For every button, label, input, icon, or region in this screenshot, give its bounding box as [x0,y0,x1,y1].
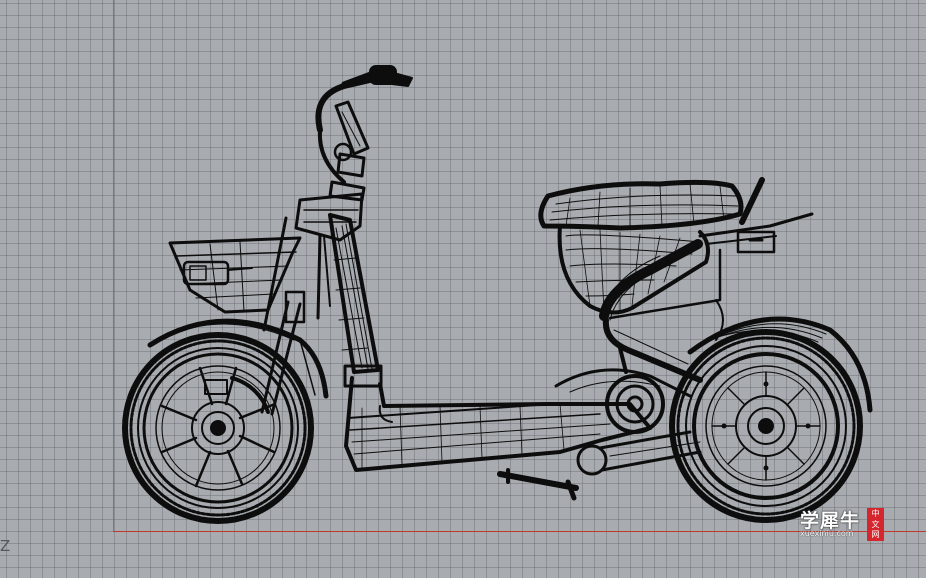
seal-char: 中 [871,509,880,518]
front-wheel[interactable] [122,332,314,524]
scooter-wireframe-icon[interactable] [0,0,926,578]
watermark: 学犀牛 xuexiniu.com 中 文 网 [794,503,890,543]
seat-bucket[interactable] [557,224,710,315]
rear-rack[interactable] [698,177,814,254]
seat[interactable] [538,179,744,231]
seal-char: 网 [871,530,880,539]
rear-wheel[interactable] [669,329,863,523]
seal-char: 文 [871,519,880,529]
rhino-viewport[interactable]: Z 学犀牛 xuexiniu.com 中 文 网 [0,0,926,578]
steering-column[interactable] [262,65,413,388]
watermark-seal: 中 文 网 [867,508,884,541]
kickstand[interactable] [497,468,579,501]
watermark-url: xuexiniu.com [800,529,854,538]
